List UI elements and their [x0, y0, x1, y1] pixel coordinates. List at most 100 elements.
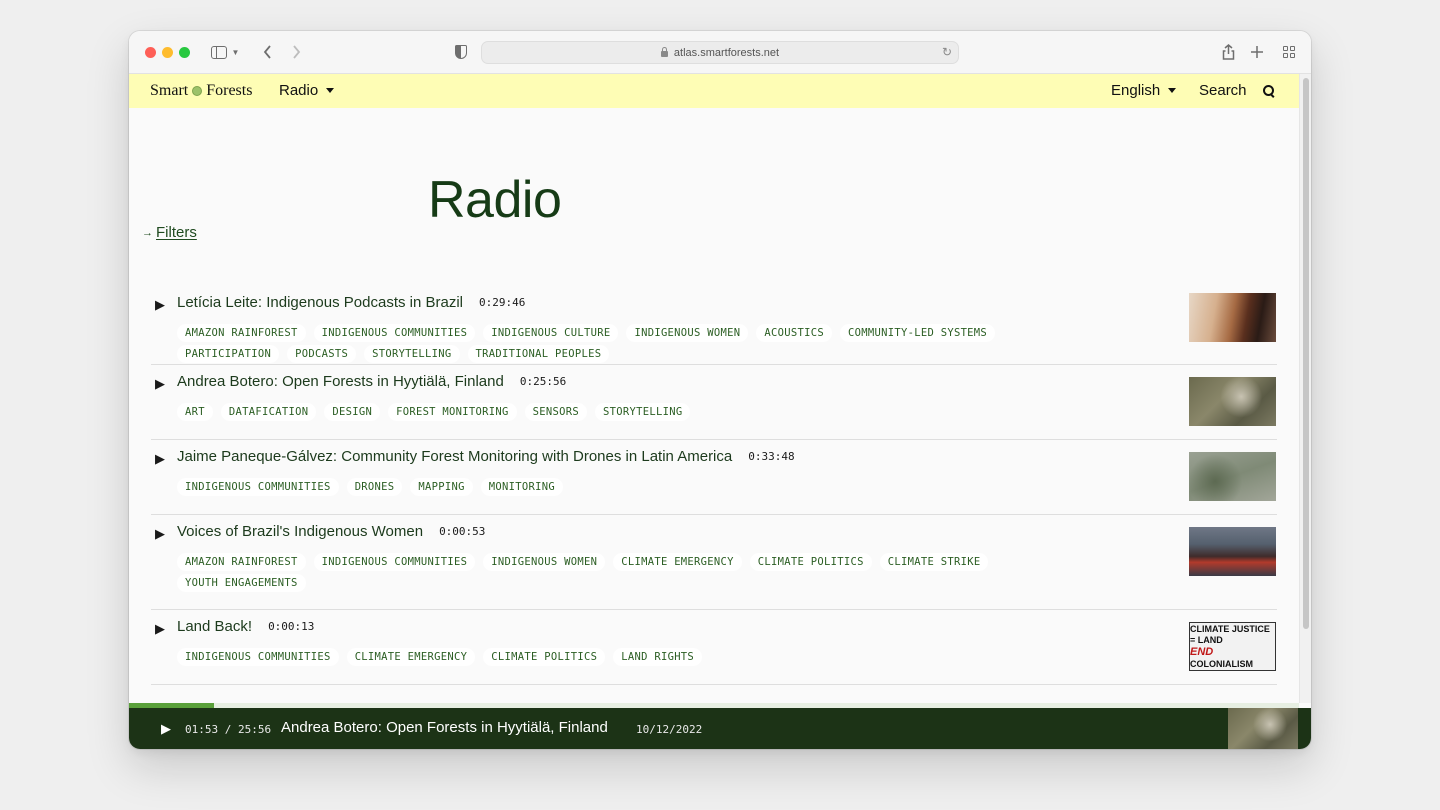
search-button[interactable]: Search	[1199, 82, 1275, 99]
scrollbar-thumb[interactable]	[1303, 78, 1309, 629]
zoom-window-button[interactable]	[179, 47, 190, 58]
share-button[interactable]	[1219, 42, 1237, 62]
episode-tags: AMAZON RAINFOREST INDIGENOUS COMMUNITIES…	[177, 324, 1037, 363]
close-window-button[interactable]	[145, 47, 156, 58]
tag[interactable]: MONITORING	[480, 478, 563, 496]
tag[interactable]: YOUTH ENGAGEMENTS	[177, 574, 306, 592]
sidebar-toggle-button[interactable]: ▼	[207, 42, 243, 62]
tag[interactable]: MAPPING	[410, 478, 473, 496]
minimize-window-button[interactable]	[162, 47, 173, 58]
tag[interactable]: STORYTELLING	[364, 345, 460, 363]
episode-title[interactable]: Letícia Leite: Indigenous Podcasts in Br…	[177, 294, 463, 311]
browser-window: ▼ atlas.smartforests.net ↻ Smart Forests…	[129, 31, 1311, 749]
player-episode-title[interactable]: Andrea Botero: Open Forests in Hyytiälä,…	[281, 719, 608, 736]
tab-grid-icon	[1283, 46, 1295, 58]
reload-icon[interactable]: ↻	[942, 45, 952, 59]
episode-title[interactable]: Andrea Botero: Open Forests in Hyytiälä,…	[177, 373, 504, 390]
tag[interactable]: LAND RIGHTS	[613, 648, 703, 666]
language-dropdown[interactable]: English	[1111, 82, 1177, 99]
share-icon	[1222, 44, 1234, 60]
episode-item: ▶ Andrea Botero: Open Forests in Hyytiäl…	[151, 365, 1277, 440]
address-url: atlas.smartforests.net	[673, 46, 780, 59]
page-scrollbar[interactable]	[1299, 74, 1311, 703]
tag[interactable]: FOREST MONITORING	[388, 403, 517, 421]
caret-down-icon	[1168, 88, 1177, 93]
lock-icon	[660, 46, 668, 57]
tag[interactable]: INDIGENOUS COMMUNITIES	[313, 324, 476, 342]
address-bar[interactable]: atlas.smartforests.net ↻	[481, 41, 959, 64]
tag[interactable]: INDIGENOUS COMMUNITIES	[313, 553, 476, 571]
tag[interactable]: INDIGENOUS COMMUNITIES	[177, 648, 339, 666]
plus-icon	[1251, 46, 1263, 58]
site-logo[interactable]: Smart Forests	[150, 82, 252, 100]
episode-thumbnail[interactable]	[1189, 377, 1276, 426]
episode-thumbnail[interactable]: CLIMATE JUSTICE = LAND END COLONIALISM	[1189, 622, 1276, 671]
play-icon[interactable]: ▶	[155, 451, 165, 467]
logo-text-forests: Forests	[206, 82, 253, 99]
nav-radio-dropdown[interactable]: Radio	[279, 82, 335, 99]
tag[interactable]: INDIGENOUS CULTURE	[483, 324, 619, 342]
episode-list: ▶ Letícia Leite: Indigenous Podcasts in …	[151, 286, 1277, 685]
play-icon[interactable]: ▶	[155, 621, 165, 637]
filters-link: Filters	[156, 224, 197, 241]
episode-thumbnail[interactable]	[1189, 452, 1276, 501]
tag[interactable]: PARTICIPATION	[177, 345, 280, 363]
episode-title-row: Jaime Paneque-Gálvez: Community Forest M…	[177, 448, 795, 465]
sidebar-icon	[210, 45, 227, 59]
search-label: Search	[1199, 82, 1247, 99]
episode-title[interactable]: Land Back!	[177, 618, 252, 635]
site-header: Smart Forests Radio English Search	[129, 74, 1299, 108]
tag[interactable]: INDIGENOUS WOMEN	[626, 324, 749, 342]
tag[interactable]: CLIMATE EMERGENCY	[346, 648, 476, 666]
search-icon	[1262, 84, 1275, 97]
back-button[interactable]	[257, 42, 277, 62]
episode-thumbnail[interactable]	[1189, 527, 1276, 576]
tag[interactable]: AMAZON RAINFOREST	[177, 324, 306, 342]
play-icon[interactable]: ▶	[155, 297, 165, 313]
episode-title-row: Voices of Brazil's Indigenous Women 0:00…	[177, 523, 485, 540]
tag[interactable]: DESIGN	[324, 403, 381, 421]
thumbnail-banner-text: END COLONIALISM	[1190, 645, 1253, 669]
tag[interactable]: ACOUSTICS	[756, 324, 832, 342]
main-content: Radio → Filters ▶ Letícia Leite: Indigen…	[129, 108, 1299, 703]
tag[interactable]: AMAZON RAINFOREST	[177, 553, 306, 571]
tag[interactable]: CLIMATE STRIKE	[879, 553, 989, 571]
player-date: 10/12/2022	[636, 723, 703, 736]
tag[interactable]: DATAFICATION	[220, 403, 317, 421]
episode-duration: 0:29:46	[479, 296, 526, 309]
episode-thumbnail[interactable]	[1189, 293, 1276, 342]
nav-radio-label: Radio	[279, 82, 319, 99]
tag[interactable]: INDIGENOUS WOMEN	[483, 553, 606, 571]
tag[interactable]: SENSORS	[524, 403, 588, 421]
new-tab-button[interactable]	[1248, 42, 1266, 62]
episode-duration: 0:00:13	[268, 620, 315, 633]
privacy-report-button[interactable]	[452, 42, 470, 62]
tag[interactable]: CLIMATE POLITICS	[749, 553, 872, 571]
tag[interactable]: ART	[177, 403, 213, 421]
episode-duration: 0:25:56	[519, 375, 567, 388]
play-icon[interactable]: ▶	[155, 526, 165, 542]
audio-player: ▶ 01:53 / 25:56 Andrea Botero: Open Fore…	[129, 708, 1311, 749]
tag[interactable]: CLIMATE EMERGENCY	[613, 553, 742, 571]
tag[interactable]: PODCASTS	[287, 345, 357, 363]
tag[interactable]: INDIGENOUS COMMUNITIES	[177, 478, 339, 496]
player-time: 01:53 / 25:56	[185, 723, 272, 736]
tab-overview-button[interactable]	[1280, 42, 1298, 62]
episode-duration: 0:00:53	[439, 525, 486, 538]
tag[interactable]: DRONES	[346, 478, 403, 496]
filters-toggle[interactable]: → Filters	[142, 224, 197, 241]
language-label: English	[1111, 82, 1161, 99]
play-icon[interactable]: ▶	[155, 376, 165, 392]
tag[interactable]: TRADITIONAL PEOPLES	[467, 345, 610, 363]
episode-tags: INDIGENOUS COMMUNITIES DRONES MAPPING MO…	[177, 478, 1037, 496]
episode-title[interactable]: Voices of Brazil's Indigenous Women	[177, 523, 423, 540]
episode-title[interactable]: Jaime Paneque-Gálvez: Community Forest M…	[177, 448, 732, 465]
episode-item: ▶ Jaime Paneque-Gálvez: Community Forest…	[151, 440, 1277, 515]
tag[interactable]: CLIMATE POLITICS	[483, 648, 606, 666]
tag[interactable]: STORYTELLING	[595, 403, 691, 421]
forward-button[interactable]	[286, 42, 306, 62]
episode-tags: ART DATAFICATION DESIGN FOREST MONITORIN…	[177, 403, 1037, 421]
tag[interactable]: COMMUNITY-LED SYSTEMS	[840, 324, 996, 342]
episode-title-row: Letícia Leite: Indigenous Podcasts in Br…	[177, 294, 525, 311]
player-play-button[interactable]: ▶	[161, 721, 171, 737]
